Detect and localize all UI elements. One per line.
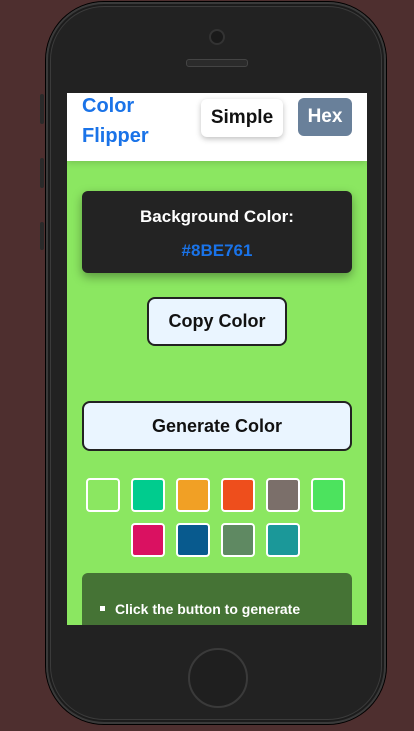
- info-list: Click the button to generate random colo…: [100, 598, 340, 625]
- top-navbar: Color Flipper Simple Hex: [67, 93, 367, 161]
- brand-logo[interactable]: Color Flipper: [82, 93, 182, 151]
- mute-switch: [40, 94, 44, 124]
- color-swatch[interactable]: [266, 478, 300, 512]
- color-value: #8BE761: [181, 241, 253, 260]
- generate-color-button[interactable]: Generate Color: [82, 401, 352, 451]
- color-swatch[interactable]: [266, 523, 300, 557]
- app-screen: Color Flipper Simple Hex Background Colo…: [67, 93, 367, 625]
- copy-color-button[interactable]: Copy Color: [147, 297, 287, 346]
- color-swatch[interactable]: [221, 478, 255, 512]
- color-label: Background Color:: [140, 207, 294, 226]
- volume-up-button: [40, 158, 44, 188]
- color-swatch[interactable]: [131, 478, 165, 512]
- color-swatch[interactable]: [86, 478, 120, 512]
- color-display-card: Background Color: #8BE761: [82, 191, 352, 273]
- speaker-grille: [186, 59, 248, 67]
- color-swatch[interactable]: [311, 478, 345, 512]
- camera-icon: [209, 29, 225, 45]
- color-swatch[interactable]: [221, 523, 255, 557]
- info-item: Click the button to generate random colo…: [100, 598, 340, 625]
- color-swatch[interactable]: [176, 523, 210, 557]
- volume-down-button: [40, 222, 44, 250]
- nav-hex-button[interactable]: Hex: [298, 98, 352, 136]
- color-swatch[interactable]: [131, 523, 165, 557]
- color-swatch[interactable]: [176, 478, 210, 512]
- info-panel: Click the button to generate random colo…: [82, 573, 352, 625]
- nav-simple-button[interactable]: Simple: [201, 99, 283, 137]
- home-button[interactable]: [188, 648, 248, 708]
